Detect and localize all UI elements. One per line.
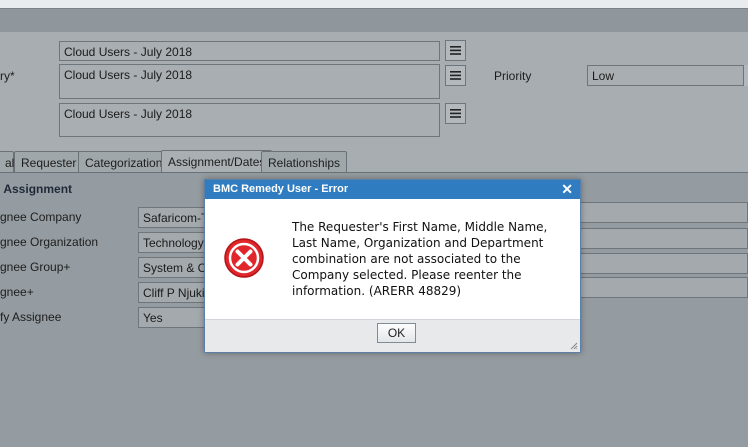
field-3-menu-button[interactable] xyxy=(445,103,466,124)
error-dialog: BMC Remedy User - Error ✕ The Requester'… xyxy=(204,179,581,353)
close-icon[interactable]: ✕ xyxy=(561,182,573,196)
error-message: The Requester's First Name, Middle Name,… xyxy=(292,220,548,298)
form-title-bar xyxy=(0,9,748,32)
tab-general[interactable]: al xyxy=(0,151,14,172)
notes-field-1[interactable]: Cloud Users - July 2018 xyxy=(59,41,440,61)
ok-button[interactable]: OK xyxy=(377,323,416,343)
resize-grip-icon[interactable] xyxy=(570,342,578,350)
assignee-group-field[interactable]: System & Clo xyxy=(138,257,208,278)
error-icon xyxy=(224,238,264,278)
assignee-company-label: gnee Company xyxy=(0,210,82,224)
notify-assignee-field[interactable]: Yes xyxy=(138,307,208,328)
top-strip xyxy=(0,0,748,9)
assignee-organization-field[interactable]: Technology / xyxy=(138,232,208,253)
list-icon xyxy=(450,109,461,118)
priority-select[interactable]: Low xyxy=(587,65,745,86)
summary-field[interactable]: Cloud Users - July 2018 xyxy=(59,64,440,99)
assignee-label: gnee+ xyxy=(0,285,34,299)
right-field-4[interactable] xyxy=(580,277,748,298)
assignee-field[interactable]: Cliff P Njukia xyxy=(138,282,208,303)
assignee-group-label: gnee Group+ xyxy=(0,260,71,274)
notes-field-3[interactable]: Cloud Users - July 2018 xyxy=(59,103,440,137)
tab-categorization[interactable]: Categorization xyxy=(78,151,170,172)
tab-requester[interactable]: Requester xyxy=(14,151,84,172)
dialog-title-bar[interactable]: BMC Remedy User - Error ✕ xyxy=(205,180,580,199)
tab-assignment-dates[interactable]: Assignment/Dates xyxy=(161,150,273,172)
right-field-3[interactable] xyxy=(580,253,748,274)
right-field-2[interactable] xyxy=(580,228,748,249)
right-field-1[interactable] xyxy=(580,202,748,223)
summary-menu-button[interactable] xyxy=(445,65,466,86)
assignee-company-field[interactable]: Safaricom-Te xyxy=(138,207,208,228)
notify-assignee-label: fy Assignee xyxy=(0,310,62,324)
list-icon xyxy=(450,71,461,80)
list-icon xyxy=(450,46,461,55)
assignee-organization-label: gnee Organization xyxy=(0,235,99,249)
tab-relationships[interactable]: Relationships xyxy=(261,151,348,172)
assignment-section-title: Assignment xyxy=(0,182,72,196)
assignment-section-text: Assignment xyxy=(3,182,73,196)
dialog-title: BMC Remedy User - Error xyxy=(213,183,349,195)
summary-label: ry* xyxy=(0,69,15,83)
field-1-menu-button[interactable] xyxy=(445,40,466,61)
priority-label: Priority xyxy=(494,69,532,83)
dialog-footer: OK xyxy=(205,319,580,352)
priority-dropdown-button[interactable] xyxy=(743,65,748,86)
